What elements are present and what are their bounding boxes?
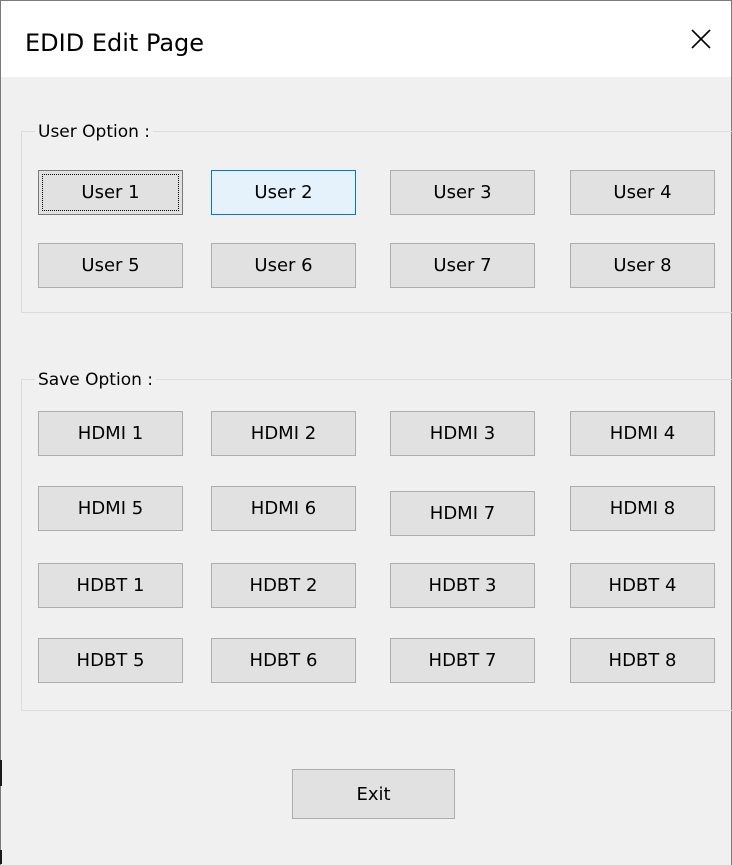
close-button[interactable] [671,1,731,77]
save-option-label: Save Option : [35,370,156,390]
hdmi-5-button[interactable]: HDMI 5 [38,486,183,531]
close-icon [691,29,711,49]
hdbt-6-button[interactable]: HDBT 6 [211,638,356,683]
hdbt-3-button[interactable]: HDBT 3 [390,563,535,608]
hdmi-2-button[interactable]: HDMI 2 [211,411,356,456]
user-2-button[interactable]: User 2 [211,170,356,215]
user-3-button[interactable]: User 3 [390,170,535,215]
hdbt-1-button[interactable]: HDBT 1 [38,563,183,608]
hdmi-6-button[interactable]: HDMI 6 [211,486,356,531]
user-4-button[interactable]: User 4 [570,170,715,215]
hdmi-4-button[interactable]: HDMI 4 [570,411,715,456]
hdmi-1-button[interactable]: HDMI 1 [38,411,183,456]
hdbt-4-button[interactable]: HDBT 4 [570,563,715,608]
hdmi-8-button[interactable]: HDMI 8 [570,486,715,531]
hdbt-5-button[interactable]: HDBT 5 [38,638,183,683]
background-edge-mark [0,850,2,864]
hdbt-8-button[interactable]: HDBT 8 [570,638,715,683]
user-7-button[interactable]: User 7 [390,243,535,288]
hdbt-7-button[interactable]: HDBT 7 [390,638,535,683]
edid-edit-dialog: EDID Edit Page User Option : User 1 User… [0,0,732,865]
exit-button[interactable]: Exit [292,769,455,819]
hdbt-2-button[interactable]: HDBT 2 [211,563,356,608]
user-6-button[interactable]: User 6 [211,243,356,288]
hdmi-7-button[interactable]: HDMI 7 [390,491,535,536]
user-8-button[interactable]: User 8 [570,243,715,288]
user-1-button[interactable]: User 1 [38,170,183,215]
user-option-label: User Option : [35,122,154,142]
window-title: EDID Edit Page [25,29,205,57]
user-5-button[interactable]: User 5 [38,243,183,288]
title-bar: EDID Edit Page [1,1,731,77]
background-edge-mark [0,760,2,786]
hdmi-3-button[interactable]: HDMI 3 [390,411,535,456]
